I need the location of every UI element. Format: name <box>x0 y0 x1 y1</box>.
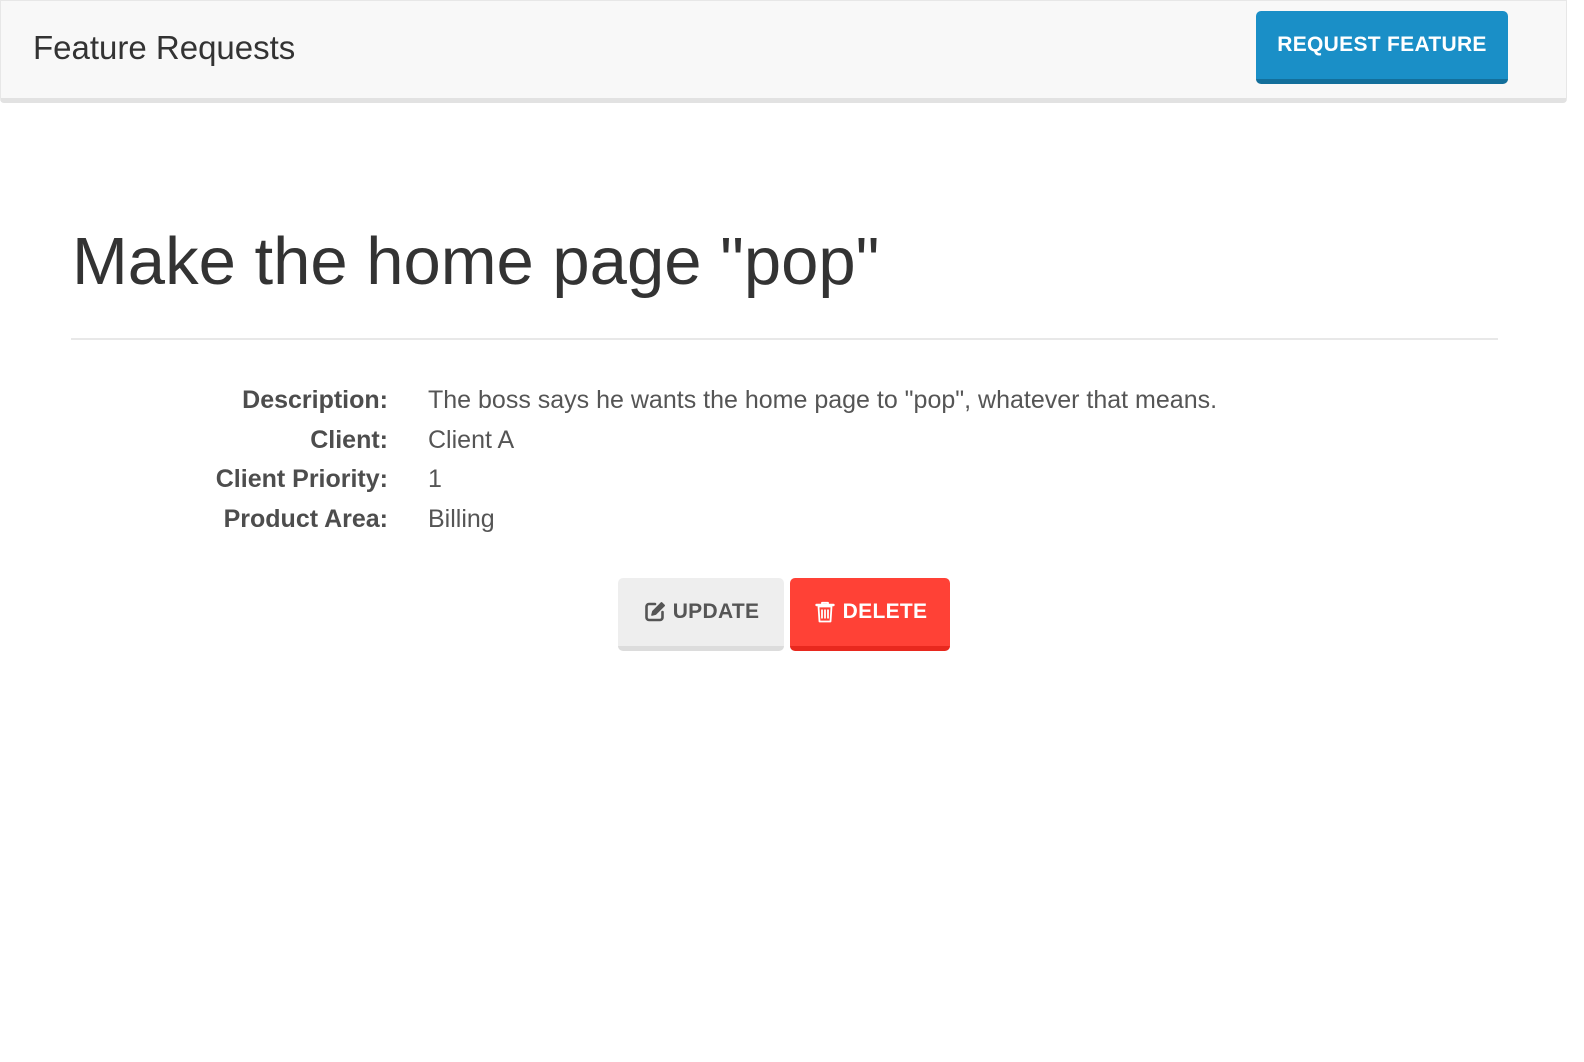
description-label: Description: <box>242 386 388 414</box>
request-feature-button[interactable]: REQUEST FEATURE <box>1256 11 1508 84</box>
client-priority-label: Client Priority: <box>215 465 388 494</box>
update-button[interactable]: UPDATE <box>618 578 784 651</box>
client-value: Client A <box>428 425 515 454</box>
delete-button-label: DELETE <box>842 600 928 623</box>
brand-link[interactable]: Feature Requests <box>33 28 295 68</box>
delete-button[interactable]: DELETE <box>790 578 950 651</box>
client-priority-value: 1 <box>428 465 442 494</box>
detail-row-product-area: Product Area: Billing <box>0 500 1584 540</box>
update-button-label: UPDATE <box>672 600 760 623</box>
product-area-value: Billing <box>428 505 495 534</box>
feature-details: Description: The boss says he wants the … <box>0 381 1584 540</box>
page-title: Make the home page "pop" <box>72 224 880 299</box>
title-divider <box>71 338 1498 340</box>
navbar: Feature Requests REQUEST FEATURE <box>0 0 1567 103</box>
detail-row-client: Client: Client A <box>0 421 1584 461</box>
edit-icon <box>643 600 667 624</box>
trash-icon <box>813 600 837 624</box>
detail-row-description: Description: The boss says he wants the … <box>0 381 1584 421</box>
detail-row-client-priority: Client Priority: 1 <box>0 460 1584 500</box>
product-area-label: Product Area: <box>223 505 388 534</box>
client-label: Client: <box>310 425 388 454</box>
description-value: The boss says he wants the home page to … <box>428 386 1218 414</box>
